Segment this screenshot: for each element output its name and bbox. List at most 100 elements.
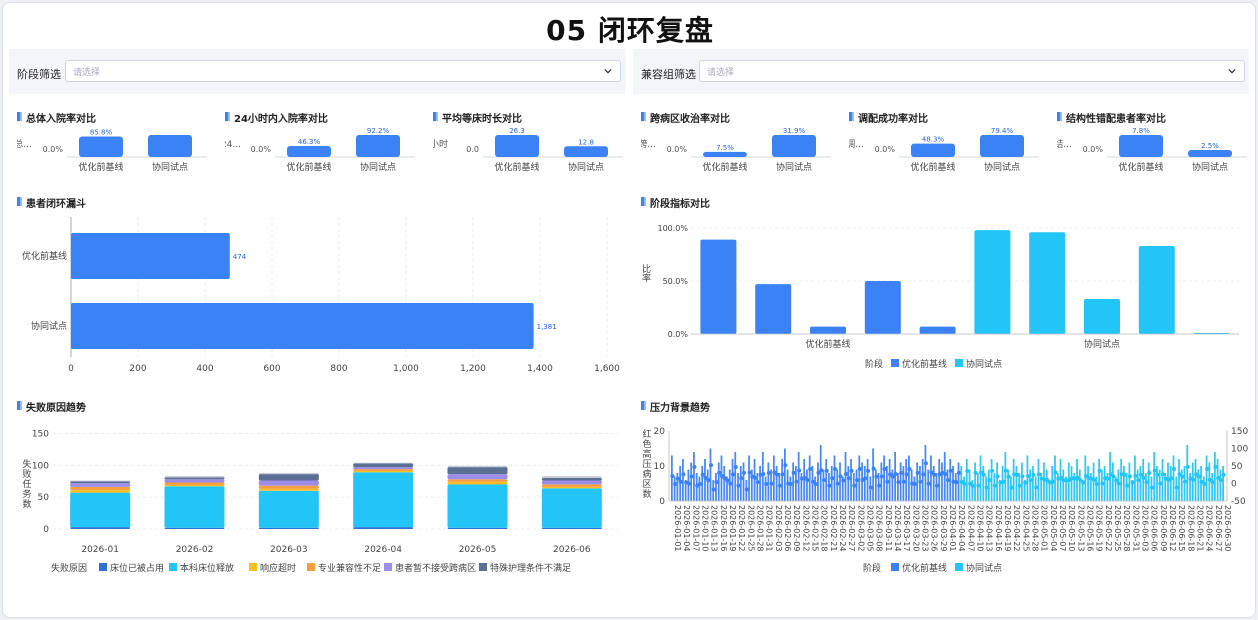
failure-bar-segment [164,527,225,529]
y-axis-label-char: 色 [642,438,651,450]
stage-bar [1029,232,1066,334]
pressure-bar [720,455,723,501]
kpi-chart: 24... 0.0% 46.3% 优化前基线 92.2% 协同试点 [225,127,415,173]
x-date-label: 2026-01-07 [691,505,700,552]
pressure-bar [1076,459,1078,501]
legend-label: 协同试点 [966,562,1002,574]
pressure-point [849,468,854,473]
pressure-bar [872,448,874,501]
funnel-bar [71,233,230,279]
pressure-bar [742,462,745,501]
pressure-bar [1123,466,1125,501]
kpi-title: 调配成功率对比 [849,110,928,125]
legend-swatch [307,563,315,571]
x-date-label: 2026-03-08 [875,505,884,552]
kpi-category-label: 协同试点 [360,161,396,173]
kpi-bar [1188,149,1232,157]
pressure-bar [731,459,734,501]
kpi-bar [356,135,400,157]
pressure-bar [761,452,764,501]
pressure-bar [1078,469,1081,501]
failure-bar-segment [70,483,131,487]
x-date-label: 2026-01-28 [756,505,765,552]
pressure-bar [1211,473,1213,501]
funnel-title: 患者闭环漏斗 [17,195,86,210]
pressure-bar [996,462,998,501]
pressure-bar [1095,476,1098,501]
pressure-bar [880,462,883,501]
failure-bar-segment [447,527,508,529]
failure-bar-segment [541,480,602,485]
legend-title: 阶段 [865,358,883,370]
x-tick-label: 2026-03 [270,545,308,555]
pressure-bar [753,459,756,501]
pressure-bar [1059,459,1062,501]
y2-tick-label: 0 [1231,480,1237,490]
failure-bar-segment [353,527,414,529]
x-date-label: 2026-04-04 [957,505,966,552]
pressure-point [995,474,1000,479]
pressure-point [866,468,871,473]
compat-filter-label: 兼容组筛选 [641,68,696,81]
compat-filter-select[interactable]: 请选择 [699,60,1245,82]
pressure-bar [897,473,899,501]
x-date-label: 2026-05-07 [1058,505,1067,552]
pressure-bar [938,459,941,501]
x-tick-label: 600 [263,364,280,374]
failure-bar-segment [541,488,602,528]
y-tick-label: 0 [659,497,665,507]
x-date-label: 2026-01-04 [682,505,691,552]
pressure-bar [833,455,836,501]
x-tick-label: 1,200 [460,364,486,374]
legend-swatch [955,563,963,571]
legend-title: 失败原因 [51,562,87,574]
pressure-bar [866,459,869,501]
pressure-bar [690,462,693,501]
pressure-bar [1007,469,1010,501]
x-category-label: 优化前基线 [805,338,850,350]
kpi-ylabel: 24... [225,140,241,150]
stage-filter-select[interactable]: 请选择 [65,60,621,82]
x-date-label: 2026-03-05 [866,505,875,552]
pressure-bar [803,459,806,501]
x-tick-label: 800 [330,364,347,374]
failure-bar-segment [541,484,602,487]
pressure-bar [987,469,990,501]
failure-bar-segment [164,479,225,483]
kpi-ytick: 0.0 [466,145,479,154]
x-date-label: 2026-03-23 [921,505,930,552]
y-axis-label-char: 高 [642,448,651,460]
kpi-category-label: 优化前基线 [910,161,955,173]
kpi-title: 总体入院率对比 [17,110,96,125]
pressure-point [1147,470,1152,475]
failure-bar-segment [258,472,319,475]
kpi-category-label: 优化前基线 [494,161,539,173]
pressure-bar [1045,469,1048,501]
pressure-point [742,470,747,475]
y-axis-label-char: 病 [642,468,651,480]
pressure-bar [671,455,673,501]
failure-bar-segment [447,465,508,468]
x-date-label: 2026-03-14 [893,505,902,552]
kpi-chart: 调... 0.0% 48.3% 优化前基线 79.4% 协同试点 [849,127,1039,173]
failure-bar-segment [541,486,602,489]
kpi-bar [911,143,955,157]
kpi-bar [148,135,192,157]
stage-bar [1084,299,1120,334]
pressure-bar [1186,445,1189,501]
pressure-bar [1136,469,1139,501]
pressure-bar [905,459,908,501]
y-tick-label: 0.0% [668,330,689,339]
legend-title: 阶段 [863,562,881,574]
x-tick-label: 2026-05 [459,545,497,555]
y2-tick-label: 50 [1231,462,1243,472]
pressure-bar [839,462,841,501]
x-date-label: 2026-04-28 [1031,505,1040,552]
pressure-bar [1111,462,1114,501]
kpi-category-label: 优化前基线 [702,161,747,173]
legend-swatch [384,563,392,571]
pressure-bar [759,466,761,501]
y-tick-label: 0 [43,525,49,535]
x-date-label: 2026-05-19 [1095,505,1104,552]
kpi-value-label: 2.5% [1201,142,1219,150]
